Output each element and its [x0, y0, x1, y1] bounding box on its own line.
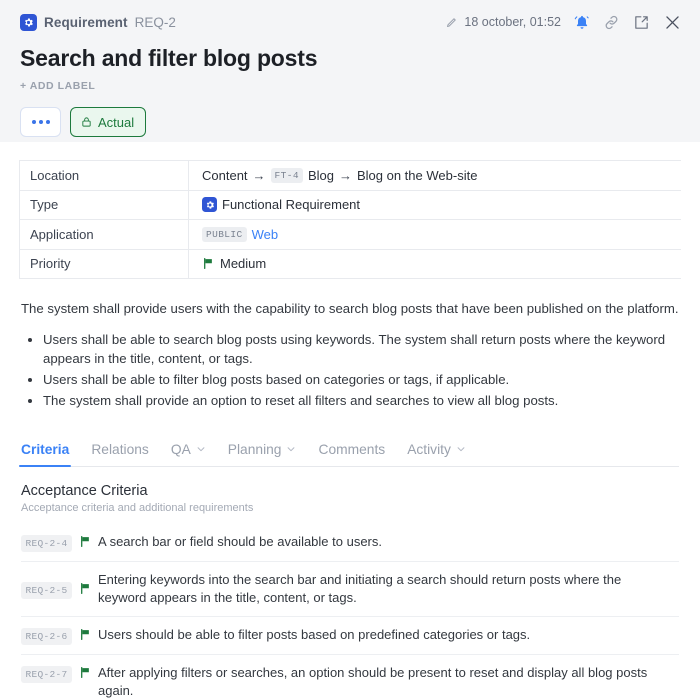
page-header: Requirement REQ-2 18 october, 01:52 Sear…: [0, 0, 700, 142]
table-row: Location Content → FT-4 Blog → Blog on t…: [20, 161, 681, 191]
criterion-text: A search bar or field should be availabl…: [98, 534, 383, 549]
page-title: Search and filter blog posts: [20, 45, 318, 71]
table-row[interactable]: REQ-2-5 Entering keywords into the searc…: [21, 562, 679, 617]
location-leaf: Blog on the Web-site: [356, 167, 478, 183]
flag-icon: [72, 582, 98, 595]
property-label: Application: [20, 220, 189, 249]
lock-icon: [81, 116, 92, 128]
flag-icon: [72, 666, 98, 679]
criterion-id: REQ-2-6: [21, 628, 72, 645]
chevron-down-icon: [286, 442, 296, 457]
dot-glyph: [31, 120, 36, 124]
table-row[interactable]: REQ-2-4 A search bar or field should be …: [21, 524, 679, 562]
tab-label: Planning: [227, 442, 282, 457]
list-item: Users shall be able to filter blog posts…: [43, 370, 679, 389]
updated-date: 18 october, 01:52: [446, 15, 561, 29]
application-link[interactable]: Web: [252, 227, 279, 242]
tab-planning[interactable]: Planning: [228, 442, 297, 466]
property-label: Type: [20, 190, 189, 219]
flag-icon: [72, 535, 98, 548]
close-icon[interactable]: [663, 13, 682, 32]
entity-type-label: Requirement: [44, 14, 128, 30]
pencil-icon: [446, 16, 458, 28]
more-actions-button[interactable]: [20, 107, 61, 137]
arrow-glyph: →: [338, 167, 352, 183]
state-button-label: Actual: [98, 114, 135, 130]
header-top-bar: Requirement REQ-2 18 october, 01:52: [20, 10, 684, 34]
priority-value-label: Medium: [220, 256, 267, 272]
location-badge: FT-4: [270, 167, 303, 183]
tab-comments[interactable]: Comments: [318, 442, 385, 466]
type-value-label: Functional Requirement: [222, 197, 361, 213]
properties-table: Location Content → FT-4 Blog → Blog on t…: [19, 160, 681, 279]
property-value-priority[interactable]: Medium: [189, 250, 681, 279]
criterion-text: Users should be able to filter posts bas…: [98, 627, 531, 642]
flag-icon: [202, 257, 215, 270]
list-item: Users shall be able to search blog posts…: [43, 330, 679, 368]
dot-glyph: [38, 120, 43, 124]
chevron-down-icon: [196, 442, 206, 457]
table-row: Priority Medium: [20, 249, 681, 279]
description-intro: The system shall provide users with the …: [21, 301, 679, 316]
state-button-actual[interactable]: Actual: [70, 107, 147, 137]
gear-icon: [20, 13, 37, 31]
list-item: The system shall provide an option to re…: [43, 391, 679, 410]
tab-bar: Criteria Relations QA Planning Comments …: [18, 432, 679, 467]
property-value-application[interactable]: PUBLIC Web: [189, 220, 681, 249]
updated-date-text: 18 october, 01:52: [464, 15, 561, 29]
property-value-location[interactable]: Content → FT-4 Blog → Blog on the Web-si…: [189, 161, 681, 190]
tab-label: Relations: [91, 442, 149, 457]
tab-qa[interactable]: QA: [171, 442, 206, 466]
description-bullet-list: Users shall be able to search blog posts…: [21, 330, 679, 410]
bell-icon[interactable]: [574, 14, 590, 31]
table-row: Application PUBLIC Web: [20, 220, 681, 250]
table-row[interactable]: REQ-2-7 After applying filters or search…: [21, 655, 679, 700]
visibility-badge: PUBLIC: [202, 226, 247, 242]
section-subtitle: Acceptance criteria and additional requi…: [21, 502, 254, 514]
breadcrumb: Requirement REQ-2: [20, 13, 176, 31]
criterion-id: REQ-2-4: [21, 535, 72, 552]
acceptance-criteria-header: Acceptance Criteria Acceptance criteria …: [21, 483, 679, 514]
add-label-button[interactable]: + ADD LABEL: [20, 80, 684, 92]
property-label: Priority: [20, 249, 189, 278]
criterion-text: Entering keywords into the search bar an…: [98, 572, 622, 605]
tab-label: Criteria: [21, 442, 70, 457]
open-external-icon[interactable]: [633, 14, 650, 31]
description-block: The system shall provide users with the …: [21, 299, 679, 410]
tab-criteria[interactable]: Criteria: [18, 442, 72, 467]
tab-relations[interactable]: Relations: [91, 442, 149, 466]
tab-label: Comments: [318, 442, 386, 457]
table-row[interactable]: REQ-2-6 Users should be able to filter p…: [21, 617, 679, 655]
dot-glyph: [45, 120, 50, 124]
flag-icon: [72, 628, 98, 641]
gear-icon: [202, 197, 217, 213]
tab-activity[interactable]: Activity: [407, 442, 466, 466]
chevron-down-icon: [456, 442, 466, 457]
link-icon[interactable]: [603, 14, 620, 31]
entity-key-label: REQ-2: [134, 14, 176, 30]
tab-label: Activity: [407, 442, 451, 457]
section-title: Acceptance Criteria: [21, 483, 148, 499]
requirement-detail-page: Requirement REQ-2 18 october, 01:52 Sear…: [0, 0, 700, 700]
criterion-id: REQ-2-5: [21, 582, 72, 599]
table-row: Type Functional Requirement: [20, 190, 681, 220]
location-mid: Blog: [307, 167, 334, 183]
header-button-row: Actual: [20, 107, 684, 137]
property-label: Location: [20, 161, 189, 190]
location-root: Content: [202, 167, 248, 183]
tab-label: QA: [170, 442, 191, 457]
acceptance-criteria-list: REQ-2-4 A search bar or field should be …: [21, 524, 679, 700]
header-actions: 18 october, 01:52: [446, 13, 684, 32]
arrow-glyph: →: [252, 167, 266, 183]
property-value-type[interactable]: Functional Requirement: [189, 191, 681, 220]
criterion-id: REQ-2-7: [21, 666, 72, 683]
criterion-text: After applying filters or searches, an o…: [98, 665, 648, 698]
